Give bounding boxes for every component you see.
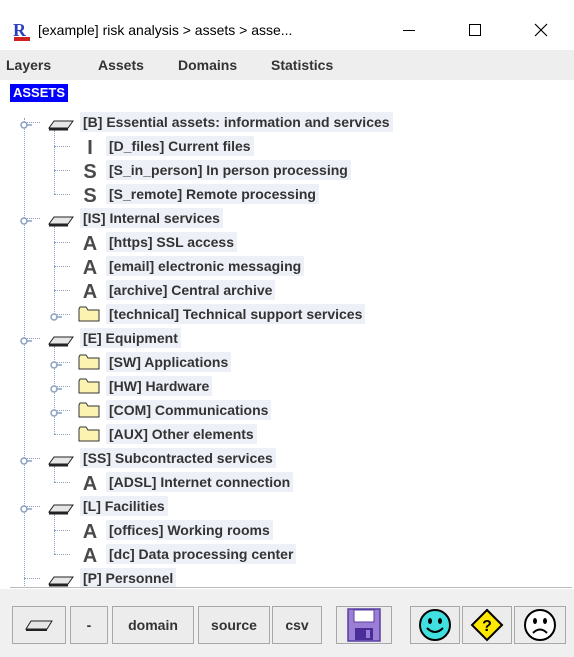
tree-node-label[interactable]: [offices] Working rooms — [106, 520, 273, 540]
expand-handle-icon[interactable] — [50, 405, 62, 423]
tree-connector — [54, 194, 70, 195]
letter-i-icon: I — [87, 137, 93, 159]
layer-icon — [48, 118, 74, 137]
minimize-icon — [403, 29, 415, 31]
menu-domains[interactable]: Domains — [178, 57, 237, 73]
tree-node-label[interactable]: [S_in_person] In person processing — [106, 160, 351, 180]
layer-icon — [48, 574, 74, 587]
expand-handle-icon[interactable] — [50, 309, 62, 327]
domain-button[interactable]: domain — [112, 606, 194, 644]
tree-connector — [54, 266, 70, 267]
letter-a-icon: A — [82, 281, 98, 303]
tree-connector — [54, 434, 70, 435]
letter-a-icon: A — [82, 521, 98, 543]
folder-icon — [78, 353, 100, 376]
sad-face-icon — [524, 609, 556, 641]
letter-a-icon: A — [82, 545, 98, 567]
tree-node-label[interactable]: [email] electronic messaging — [106, 256, 305, 276]
menu-bar: Layers Assets Domains Statistics — [0, 50, 574, 80]
letter-a-icon: A — [82, 233, 98, 255]
tree-node-label[interactable]: [B] Essential assets: information and se… — [80, 112, 393, 132]
sad-face-button[interactable] — [514, 606, 566, 644]
expand-handle-icon[interactable] — [20, 501, 32, 519]
save-button[interactable] — [336, 606, 392, 644]
help-diamond-icon: ? — [470, 608, 504, 642]
tree-connector — [54, 482, 70, 483]
layer-icon — [48, 454, 74, 473]
tree-node-label[interactable]: [L] Facilities — [80, 496, 168, 516]
svg-text:?: ? — [482, 618, 492, 635]
tree-node-label[interactable]: [D_files] Current files — [106, 136, 254, 156]
csv-button[interactable]: csv — [272, 606, 322, 644]
folder-icon — [78, 401, 100, 424]
layer-icon — [48, 502, 74, 521]
tree-guide-line — [54, 130, 55, 194]
tree-node-label[interactable]: [SS] Subcontracted services — [80, 448, 276, 468]
menu-assets[interactable]: Assets — [98, 57, 144, 73]
tree-node-label[interactable]: [https] SSL access — [106, 232, 238, 252]
letter-a-icon: A — [82, 473, 98, 495]
tree-connector — [54, 242, 70, 243]
folder-icon — [78, 377, 100, 400]
tree-node-label[interactable]: [E] Equipment — [80, 328, 181, 348]
maximize-icon — [469, 24, 481, 36]
tree-node-label[interactable]: [AUX] Other elements — [106, 424, 257, 444]
minimize-button[interactable] — [386, 13, 432, 47]
happy-face-button[interactable] — [410, 606, 460, 644]
menu-statistics[interactable]: Statistics — [271, 57, 333, 73]
tree-node-label[interactable]: [archive] Central archive — [106, 280, 276, 300]
tree-node-label[interactable]: [dc] Data processing center — [106, 544, 297, 564]
tree-root-assets[interactable]: ASSETS — [10, 84, 69, 102]
close-icon — [534, 23, 548, 37]
expand-handle-icon[interactable] — [20, 333, 32, 351]
expand-handle-icon[interactable] — [50, 381, 62, 399]
tree-node-label[interactable]: [ADSL] Internet connection — [106, 472, 294, 492]
folder-icon — [78, 425, 100, 448]
collapse-button[interactable]: - — [70, 606, 108, 644]
tree-node-label[interactable]: [HW] Hardware — [106, 376, 213, 396]
app-icon: R — [12, 20, 32, 42]
close-button[interactable] — [518, 13, 564, 47]
tree-node-label[interactable]: [P] Personnel — [80, 568, 177, 587]
expand-handle-icon[interactable] — [20, 213, 32, 231]
tree-connector — [54, 290, 70, 291]
source-button[interactable]: source — [198, 606, 270, 644]
tree-guide-line — [54, 226, 55, 314]
tree-connector — [54, 530, 70, 531]
layer-icon — [25, 620, 53, 631]
folder-icon — [78, 305, 100, 328]
tree-node-label[interactable]: [S_remote] Remote processing — [106, 184, 319, 204]
save-icon — [347, 608, 381, 642]
happy-face-icon — [419, 609, 451, 641]
letter-a-icon: A — [82, 257, 98, 279]
tree-connector — [54, 170, 70, 171]
title-bar: R [example] risk analysis > assets > ass… — [0, 0, 574, 50]
layer-button[interactable] — [12, 606, 66, 644]
window-title: [example] risk analysis > assets > asse.… — [38, 22, 293, 38]
layer-icon — [48, 214, 74, 233]
expand-handle-icon[interactable] — [20, 453, 32, 471]
letter-s-icon: S — [83, 161, 97, 183]
asset-tree[interactable]: ASSETS [B] Essential assets: information… — [10, 82, 572, 588]
expand-handle-icon[interactable] — [20, 117, 32, 135]
tree-node-label[interactable]: [IS] Internal services — [80, 208, 223, 228]
tree-node-label[interactable]: [SW] Applications — [106, 352, 232, 372]
tree-node-label[interactable]: [COM] Communications — [106, 400, 272, 420]
help-button[interactable]: ? — [462, 606, 512, 644]
expand-handle-icon[interactable] — [50, 357, 62, 375]
tree-connector — [54, 554, 70, 555]
tree-node-label[interactable]: [technical] Technical support services — [106, 304, 366, 324]
menu-layers[interactable]: Layers — [6, 57, 51, 73]
maximize-button[interactable] — [452, 13, 498, 47]
tree-connector — [24, 578, 40, 579]
letter-s-icon: S — [83, 185, 97, 207]
tree-connector — [54, 146, 70, 147]
layer-icon — [48, 334, 74, 353]
